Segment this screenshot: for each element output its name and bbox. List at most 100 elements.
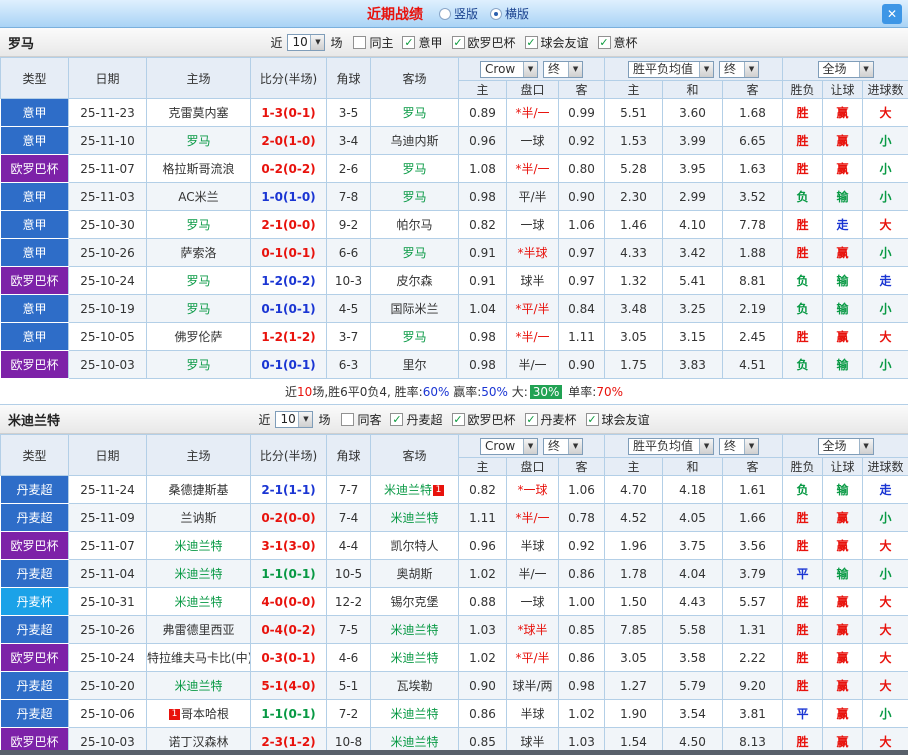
odds-stage-select[interactable]: 终▼ xyxy=(543,61,583,78)
handicap-line: 半球 xyxy=(507,532,559,560)
handicap-line: 一球 xyxy=(507,127,559,155)
handicap-line: 一球 xyxy=(507,211,559,239)
matches-body: 意甲25-11-23克雷莫内塞1-3(0-1)3-5罗马0.89*半/一0.99… xyxy=(1,99,908,379)
match-count-select[interactable]: 10▼ xyxy=(275,411,313,428)
section-header: 罗马 近 10▼ 场 同主✓意甲✓欧罗巴杯✓球会友谊✓意杯 xyxy=(0,28,908,57)
col-home: 主场 xyxy=(147,58,251,99)
result-wdl: 胜 xyxy=(783,672,823,700)
avg-home-odds: 1.53 xyxy=(605,127,663,155)
match-row: 意甲25-10-19罗马0-1(0-1)4-5国际米兰1.04*平/半0.843… xyxy=(1,295,908,323)
league-filter-checkbox[interactable]: ✓球会友谊 xyxy=(586,411,650,428)
match-date: 25-10-30 xyxy=(69,211,147,239)
layout-radio-horizontal[interactable]: 横版 xyxy=(490,5,529,22)
home-team-name: 米迪兰特 xyxy=(174,537,222,554)
league-filter-checkbox[interactable]: ✓意杯 xyxy=(598,34,638,51)
same-venue-checkbox[interactable]: 同主 xyxy=(353,34,393,51)
avg-away-odds: 1.61 xyxy=(723,476,783,504)
league-filter-checkbox[interactable]: ✓意甲 xyxy=(402,34,442,51)
league-filter-checkbox[interactable]: ✓欧罗巴杯 xyxy=(452,34,516,51)
match-row: 欧罗巴杯25-11-07格拉斯哥流浪0-2(0-2)2-6罗马1.08*半/一0… xyxy=(1,155,908,183)
corner-score: 7-4 xyxy=(327,504,371,532)
league-type-badge: 丹麦超 xyxy=(1,700,69,728)
dropdown-arrow-icon: ▼ xyxy=(744,62,758,77)
league-filter-checkbox[interactable]: ✓丹麦超 xyxy=(390,411,442,428)
league-filter-checkbox-label: 欧罗巴杯 xyxy=(468,34,516,51)
league-type-badge: 意甲 xyxy=(1,239,69,267)
match-count-select[interactable]: 10▼ xyxy=(287,34,325,51)
home-team-name: 佛罗伦萨 xyxy=(174,328,222,345)
match-count-select-wrap: 10▼ xyxy=(287,34,325,51)
match-date: 25-10-26 xyxy=(69,239,147,267)
bookmaker-select[interactable]: Crow▼ xyxy=(480,438,538,455)
col-avg-draw: 和 xyxy=(663,81,723,99)
avg-stage-select[interactable]: 终▼ xyxy=(719,438,759,455)
away-team: 罗马 xyxy=(371,323,459,351)
away-team-name: 米迪兰特 xyxy=(384,481,432,498)
league-filter-checkbox[interactable]: ✓欧罗巴杯 xyxy=(452,411,516,428)
match-score: 1-1(0-1) xyxy=(251,560,327,588)
home-odds: 1.08 xyxy=(459,155,507,183)
avg-draw-odds: 4.18 xyxy=(663,476,723,504)
filter-list: 同客 ✓丹麦超 ✓欧罗巴杯 ✓丹麦杯 ✓球会友谊 xyxy=(341,411,649,428)
avg-away-odds: 1.63 xyxy=(723,155,783,183)
odds-stage-select-value: 终 xyxy=(544,62,568,77)
result-wdl: 负 xyxy=(783,295,823,323)
scope-select[interactable]: 全场▼ xyxy=(818,61,874,78)
handicap-line: 半/一 xyxy=(507,560,559,588)
checkbox-icon: ✓ xyxy=(598,36,611,49)
close-icon[interactable]: ✕ xyxy=(882,4,902,24)
avg-type-select-value: 胜平负均值 xyxy=(629,439,699,454)
away-team-name: 米迪兰特 xyxy=(390,621,438,638)
checkbox-icon: ✓ xyxy=(586,413,599,426)
col-type: 类型 xyxy=(1,435,69,476)
away-team-name: 帕尔马 xyxy=(396,216,432,233)
avg-home-odds: 3.05 xyxy=(605,323,663,351)
match-date: 25-11-24 xyxy=(69,476,147,504)
avg-group-header: 胜平负均值▼ 终▼ xyxy=(605,435,783,458)
avg-type-select-value: 胜平负均值 xyxy=(629,62,699,77)
bookmaker-select[interactable]: Crow▼ xyxy=(480,61,538,78)
scope-select[interactable]: 全场▼ xyxy=(818,438,874,455)
away-team-name: 国际米兰 xyxy=(390,300,438,317)
match-score: 0-1(0-1) xyxy=(251,351,327,379)
col-score: 比分(半场) xyxy=(251,435,327,476)
avg-draw-odds: 3.95 xyxy=(663,155,723,183)
same-venue-checkbox[interactable]: 同客 xyxy=(341,411,381,428)
league-filter-checkbox[interactable]: ✓丹麦杯 xyxy=(525,411,577,428)
home-odds: 0.98 xyxy=(459,323,507,351)
league-type-badge: 意甲 xyxy=(1,323,69,351)
team-section: 米迪兰特 近 10▼ 场 同客✓丹麦超✓欧罗巴杯✓丹麦杯✓球会友谊 类型 日期 … xyxy=(0,405,908,755)
home-team-name: 米迪兰特 xyxy=(174,677,222,694)
away-odds: 0.78 xyxy=(559,504,605,532)
avg-draw-odds: 5.41 xyxy=(663,267,723,295)
layout-radio-vertical[interactable]: 竖版 xyxy=(439,5,478,22)
checkbox-icon: ✓ xyxy=(452,413,465,426)
handicap-line: *平/半 xyxy=(507,295,559,323)
league-filter-checkbox[interactable]: ✓球会友谊 xyxy=(525,34,589,51)
home-team: 桑德捷斯基 xyxy=(147,476,251,504)
dropdown-arrow-icon: ▼ xyxy=(699,62,713,77)
away-team: 米迪兰特 xyxy=(371,616,459,644)
result-wdl: 胜 xyxy=(783,127,823,155)
col-avg-away: 客 xyxy=(723,458,783,476)
filter-bar: 近 10▼ 场 同客✓丹麦超✓欧罗巴杯✓丹麦杯✓球会友谊 xyxy=(258,411,649,428)
radio-horizontal-label: 横版 xyxy=(505,5,529,22)
avg-home-odds: 4.33 xyxy=(605,239,663,267)
avg-draw-odds: 5.58 xyxy=(663,616,723,644)
result-goals: 小 xyxy=(863,351,908,379)
avg-stage-select[interactable]: 终▼ xyxy=(719,61,759,78)
odds-stage-select[interactable]: 终▼ xyxy=(543,438,583,455)
dropdown-arrow-icon: ▼ xyxy=(699,439,713,454)
handicap-line: *半/一 xyxy=(507,155,559,183)
avg-type-select[interactable]: 胜平负均值▼ xyxy=(628,438,714,455)
checkbox-icon xyxy=(353,36,366,49)
away-team-name: 罗马 xyxy=(402,244,426,261)
avg-away-odds: 9.20 xyxy=(723,672,783,700)
result-goals: 大 xyxy=(863,211,908,239)
avg-type-select[interactable]: 胜平负均值▼ xyxy=(628,61,714,78)
home-team: 1哥本哈根 xyxy=(147,700,251,728)
result-handicap: 赢 xyxy=(823,644,863,672)
result-wdl: 负 xyxy=(783,351,823,379)
near-label: 近 xyxy=(258,411,270,428)
avg-away-odds: 6.65 xyxy=(723,127,783,155)
